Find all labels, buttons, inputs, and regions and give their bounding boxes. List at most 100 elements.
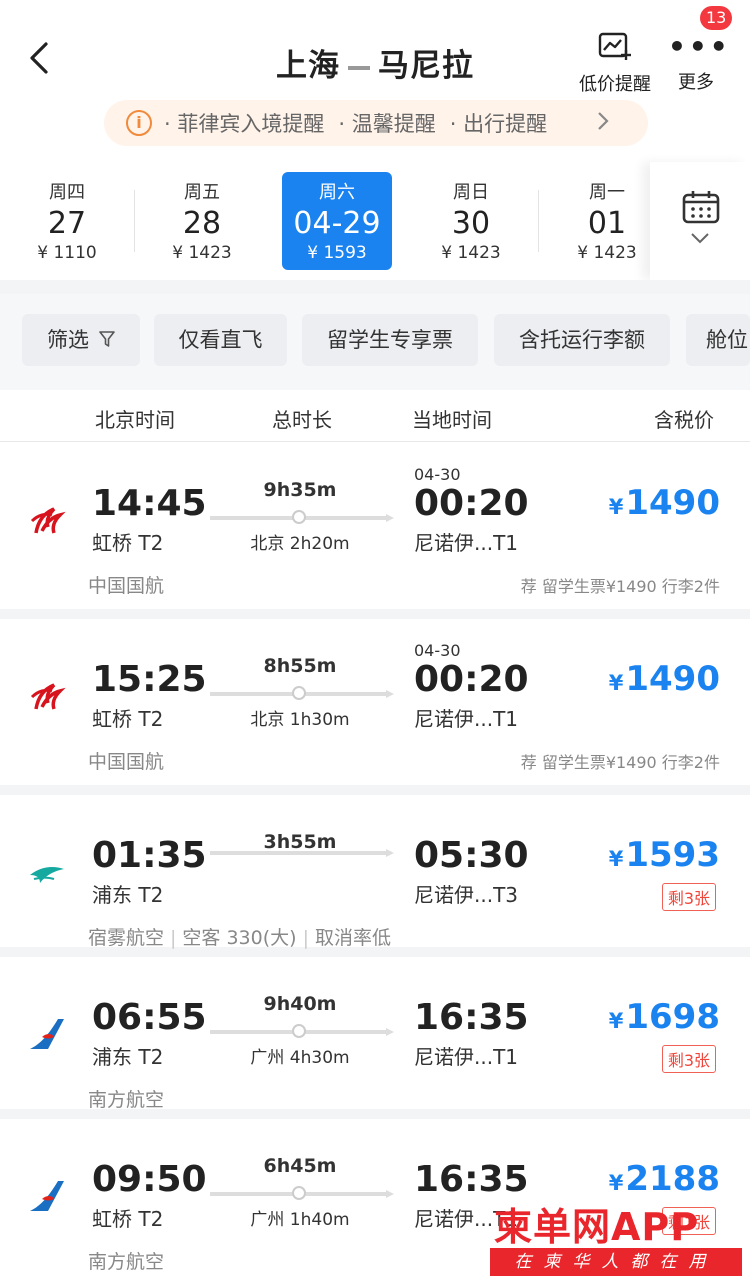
departure-time: 09:50 (92, 1159, 207, 1200)
flight-duration: 9h35m (263, 479, 337, 501)
route-dash (348, 65, 370, 70)
filter-chip-cabin[interactable]: 舱位 (686, 314, 750, 366)
aircraft-type: 空客 330(大) (182, 927, 297, 949)
date-weekday: 周一 (589, 182, 625, 203)
col-beijing-time[interactable]: 北京时间 (95, 404, 175, 433)
air-china-logo-icon (30, 507, 66, 534)
date-selector: 周四 27 ¥ 1110 周五 28 ¥ 1423 周六 04-29 ¥ 159… (0, 162, 750, 280)
calendar-icon (682, 191, 720, 224)
date-option[interactable]: 周日 30 ¥ 1423 (416, 172, 526, 270)
flight-card[interactable]: 06:55 浦东 T2 9h40m 广州 4h30m 16:35 尼诺伊...T… (0, 957, 750, 1119)
chevron-down-icon (690, 228, 710, 249)
col-duration[interactable]: 总时长 (272, 404, 332, 433)
col-price[interactable]: 含税价 (654, 404, 714, 433)
currency-symbol: ¥ (608, 495, 624, 519)
airline-name: 南方航空 (88, 1247, 164, 1274)
divider (134, 190, 135, 252)
price-value: 1698 (625, 997, 720, 1037)
filter-chip-direct[interactable]: 仅看直飞 (154, 314, 287, 366)
calendar-button[interactable] (650, 162, 750, 280)
watermark-brand: 柬单网APP (494, 1205, 700, 1249)
filter-bar: 筛选 仅看直飞 留学生专享票 含托运行李额 舱位 (0, 294, 750, 390)
airline-name: 南方航空 (88, 1085, 164, 1112)
filter-chip-student[interactable]: 留学生专享票 (302, 314, 478, 366)
origin-city: 上海 (276, 48, 340, 84)
date-option[interactable]: 周一 01 ¥ 1423 (552, 172, 662, 270)
flight-card[interactable]: 01:35 浦东 T2 3h55m 05:30 尼诺伊...T3 ¥1593 剩… (0, 795, 750, 957)
date-price: ¥ 1110 (37, 243, 97, 263)
date-weekday: 周日 (453, 182, 489, 203)
column-header: 北京时间 总时长 当地时间 含税价 (0, 390, 750, 442)
filter-chip-filter[interactable]: 筛选 (22, 314, 140, 366)
more-dots-icon: ••• (668, 30, 731, 63)
arrival-date: 04-30 (414, 641, 461, 660)
notice-item-travel[interactable]: · 出行提醒 (450, 108, 547, 138)
date-option[interactable]: 周五 28 ¥ 1423 (147, 172, 257, 270)
currency-symbol: ¥ (608, 1171, 624, 1195)
airline-label: 南方航空 (88, 1089, 165, 1111)
price-alert-button[interactable]: 低价提醒 (574, 32, 656, 96)
departure-airport: 浦东 T2 (92, 1045, 164, 1069)
divider (538, 190, 539, 252)
stopover: 广州 1h40m (250, 1210, 350, 1230)
date-option-selected[interactable]: 周六 04-29 ¥ 1593 (282, 172, 392, 270)
airline-name: 中国国航 (88, 747, 164, 774)
price: ¥1490 (609, 659, 720, 699)
recommend-tag: 荐 留学生票¥1490 行李2件 (520, 753, 720, 772)
arrival-time: 16:35 (414, 1159, 529, 1200)
arrival-date: 04-30 (414, 465, 461, 484)
date-price: ¥ 1423 (441, 243, 501, 263)
date-day: 28 (182, 206, 222, 241)
filter-label: 仅看直飞 (178, 328, 263, 352)
date-day: 04-29 (293, 206, 381, 241)
date-weekday: 周五 (184, 182, 220, 203)
notice-items: · 菲律宾入境提醒 · 温馨提醒 · 出行提醒 (164, 108, 561, 138)
china-southern-logo-icon (30, 1181, 64, 1211)
date-price: ¥ 1423 (172, 243, 232, 263)
stop-dot (292, 1186, 306, 1200)
date-weekday: 周四 (49, 182, 85, 203)
stop-dot (292, 686, 306, 700)
departure-time: 06:55 (92, 997, 207, 1038)
price-value: 1593 (625, 835, 720, 875)
stopover: 北京 1h30m (250, 710, 350, 730)
date-day: 30 (451, 206, 491, 241)
filter-chip-baggage[interactable]: 含托运行李额 (494, 314, 670, 366)
flight-duration: 6h45m (263, 1155, 337, 1177)
flight-duration: 8h55m (263, 655, 337, 677)
filter-label: 舱位 (706, 328, 748, 352)
airline-label: 宿雾航空 (88, 927, 165, 949)
arrival-time: 05:30 (414, 835, 529, 876)
separator: | (302, 927, 309, 949)
date-weekday: 周六 (319, 182, 355, 203)
airline-info: 宿雾航空 | 空客 330(大) | 取消率低 (88, 923, 391, 950)
separator: | (170, 927, 177, 949)
more-button[interactable]: ••• 更多 (668, 30, 731, 94)
filter-label: 含托运行李额 (519, 328, 645, 352)
currency-symbol: ¥ (608, 1009, 624, 1033)
top-nav: 上海 马尼拉 低价提醒 ••• 更多 13 (0, 0, 750, 100)
section-gap (0, 280, 750, 294)
air-china-logo-icon (30, 683, 66, 710)
departure-airport: 虹桥 T2 (92, 707, 164, 731)
notice-item-warm[interactable]: · 温馨提醒 (338, 108, 435, 138)
date-price: ¥ 1593 (307, 243, 367, 263)
price: ¥2188 (609, 1159, 720, 1199)
flight-card[interactable]: 15:25 虹桥 T2 8h55m 北京 1h30m 04-30 00:20 尼… (0, 619, 750, 795)
filter-label: 筛选 (47, 328, 89, 352)
arrival-airport: 尼诺伊...T1 (414, 707, 519, 731)
departure-time: 14:45 (92, 483, 207, 524)
arrival-time: 00:20 (414, 483, 529, 524)
date-option[interactable]: 周四 27 ¥ 1110 (12, 172, 122, 270)
watermark-slogan: 在柬华人都在用 (490, 1248, 742, 1276)
notice-item-entry[interactable]: · 菲律宾入境提醒 (164, 108, 324, 138)
col-local-time[interactable]: 当地时间 (412, 404, 492, 433)
price-alert-label: 低价提醒 (579, 74, 651, 95)
flight-card[interactable]: 14:45 虹桥 T2 9h35m 北京 2h20m 04-30 00:20 尼… (0, 443, 750, 619)
seats-remaining-badge: 剩3张 (661, 1045, 716, 1073)
date-day: 27 (47, 206, 87, 241)
travel-notice-bar[interactable]: i · 菲律宾入境提醒 · 温馨提醒 · 出行提醒 (104, 100, 648, 146)
price-value: 1490 (625, 659, 720, 699)
seats-remaining-badge: 剩3张 (661, 883, 716, 911)
departure-time: 15:25 (92, 659, 207, 700)
